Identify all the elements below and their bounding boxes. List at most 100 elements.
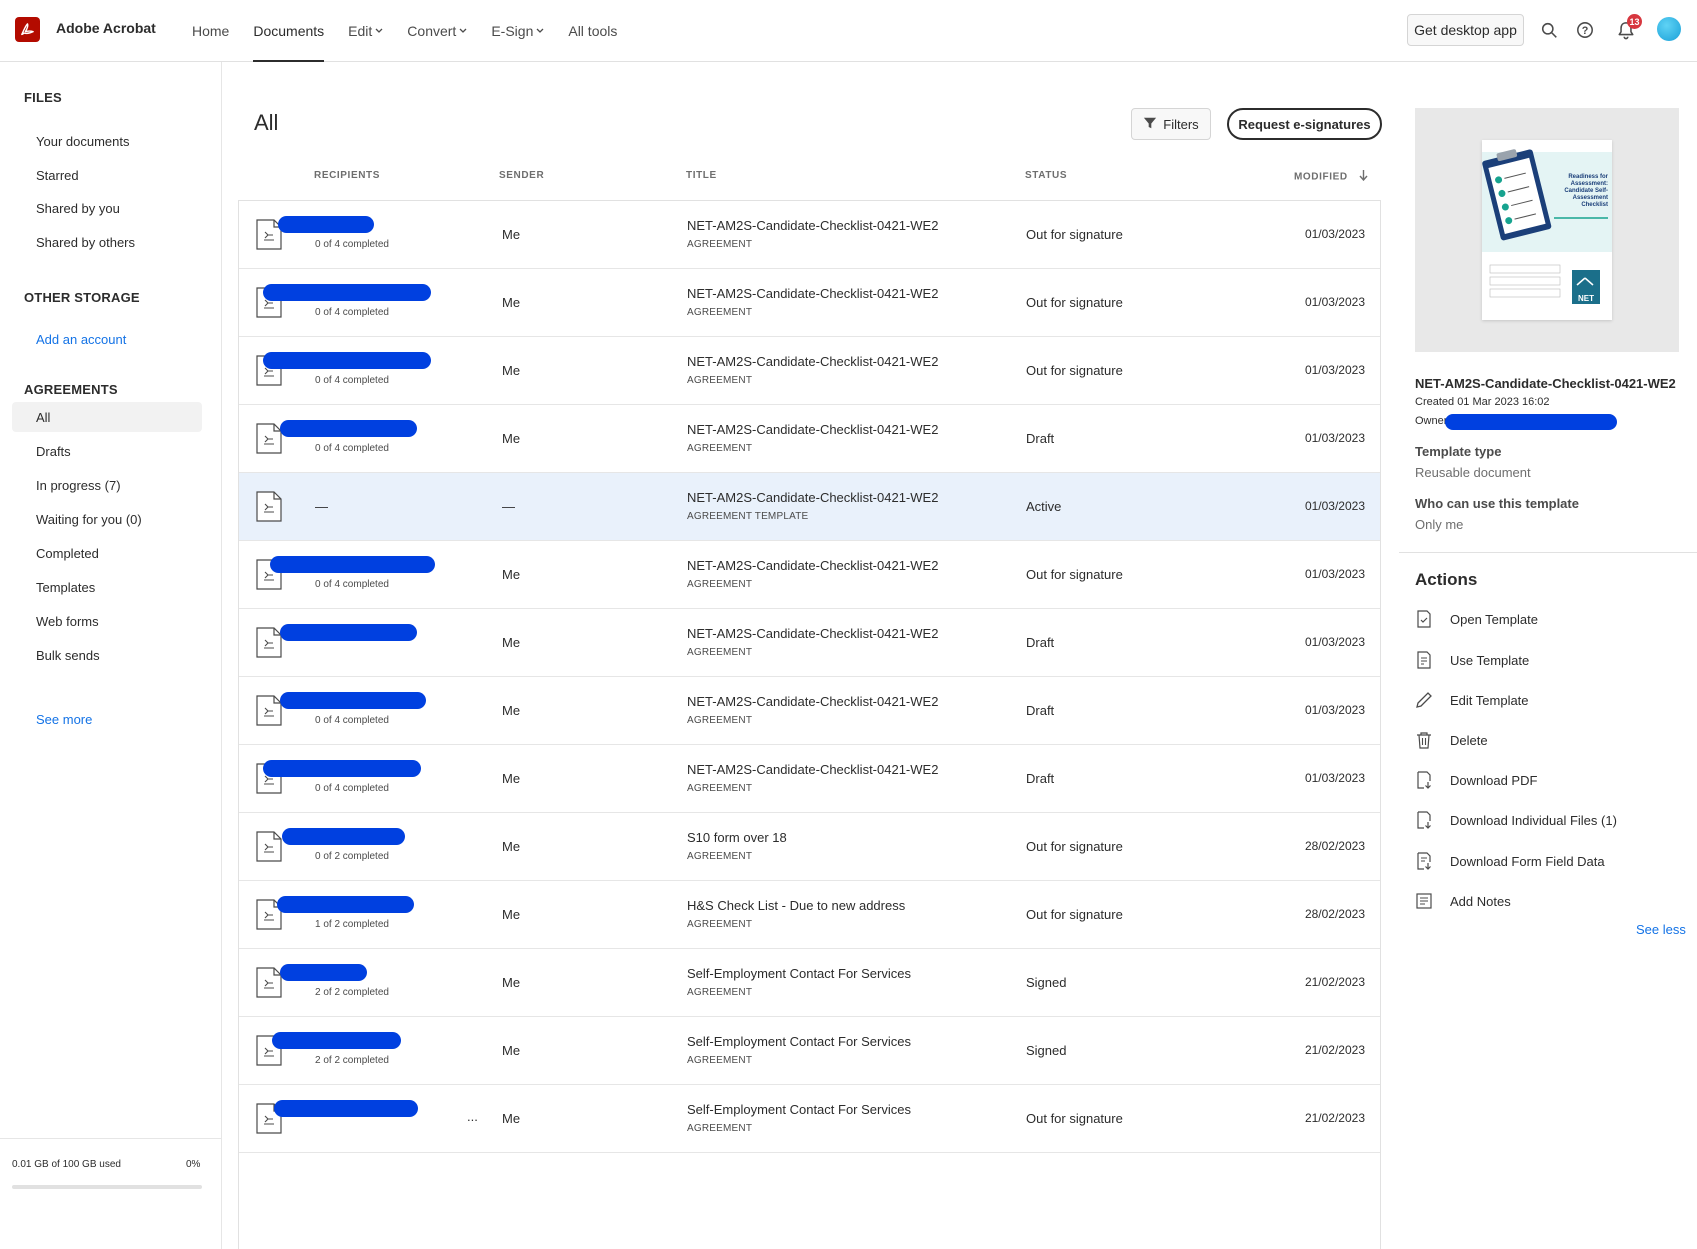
main-nav: Home Documents Edit Convert E-Sign All tools <box>192 0 641 62</box>
request-esignatures-button[interactable]: Request e-signatures <box>1227 108 1382 140</box>
completion-progress-text: 0 of 4 completed <box>315 783 389 794</box>
nav-convert[interactable]: Convert <box>407 0 467 62</box>
action-delete[interactable]: Delete <box>1414 728 1488 752</box>
action-add-notes[interactable]: Add Notes <box>1414 889 1511 913</box>
checklist-clipboard-illustration <box>1482 149 1612 304</box>
action-download-individual-files-1[interactable]: Download Individual Files (1) <box>1414 808 1617 832</box>
action-download-pdf[interactable]: Download PDF <box>1414 768 1537 792</box>
table-row[interactable]: 0 of 4 completed Me NET-AM2S-Candidate-Che… <box>239 745 1380 813</box>
agreement-title[interactable]: H&S Check List - Due to new address <box>687 898 905 913</box>
action-use-template[interactable]: Use Template <box>1414 648 1529 672</box>
completion-progress-text: 0 of 4 completed <box>315 239 389 250</box>
recipient-redaction <box>274 1100 418 1117</box>
table-row[interactable]: 0 of 2 completed Me S10 form over 18 AGREEM… <box>239 813 1380 881</box>
action-download-form-field-data[interactable]: Download Form Field Data <box>1414 849 1605 873</box>
agreement-title[interactable]: Self-Employment Contact For Services <box>687 1034 911 1049</box>
use-template-icon <box>1414 650 1434 670</box>
sidebar-item-drafts[interactable]: Drafts <box>12 436 202 466</box>
sidebar-item-all[interactable]: All <box>12 402 202 432</box>
table-row[interactable]: 1 of 2 completed Me H&S Check List - Due t… <box>239 881 1380 949</box>
nav-documents[interactable]: Documents <box>253 0 324 62</box>
sidebar-item-bulk-sends[interactable]: Bulk sends <box>12 640 202 670</box>
column-header-sender[interactable]: SENDER <box>499 170 544 181</box>
nav-all-tools[interactable]: All tools <box>568 0 617 62</box>
panel-created-date: Created 01 Mar 2023 16:02 <box>1415 396 1550 408</box>
table-row[interactable]: 0 of 4 completed Me NET-AM2S-Candidate-Che… <box>239 269 1380 337</box>
nav-edit[interactable]: Edit <box>348 0 383 62</box>
acrobat-logo-icon[interactable] <box>15 17 40 42</box>
action-edit-template[interactable]: Edit Template <box>1414 688 1529 712</box>
sender-value: Me <box>502 363 521 378</box>
sidebar-item-starred[interactable]: Starred <box>12 160 202 190</box>
table-row[interactable]: 2 of 2 completed Me Self-Employment Contac… <box>239 949 1380 1017</box>
sidebar-item-shared-by-you[interactable]: Shared by you <box>12 193 202 223</box>
column-header-title[interactable]: TITLE <box>686 170 717 181</box>
sidebar-item-web-forms[interactable]: Web forms <box>12 606 202 636</box>
agreement-title[interactable]: NET-AM2S-Candidate-Checklist-0421-WE2 <box>687 762 938 777</box>
table-row[interactable]: 0 of 4 completed Me NET-AM2S-Candidate-Che… <box>239 541 1380 609</box>
search-icon[interactable] <box>1539 20 1559 40</box>
sidebar-item-templates[interactable]: Templates <box>12 572 202 602</box>
sidebar-item-shared-by-others[interactable]: Shared by others <box>12 227 202 257</box>
sender-value: Me <box>502 839 521 854</box>
see-more-link[interactable]: See more <box>12 704 202 734</box>
table-row[interactable]: Me NET-AM2S-Candidate-Checklist-0421-WE2 A… <box>239 609 1380 677</box>
notes-icon <box>1414 891 1434 911</box>
agreement-type: AGREEMENT <box>687 647 753 658</box>
agreement-title[interactable]: NET-AM2S-Candidate-Checklist-0421-WE2 <box>687 286 938 301</box>
nav-home[interactable]: Home <box>192 0 229 62</box>
agreement-title[interactable]: S10 form over 18 <box>687 830 787 845</box>
agreement-title[interactable]: NET-AM2S-Candidate-Checklist-0421-WE2 <box>687 694 938 709</box>
user-avatar[interactable] <box>1657 17 1681 41</box>
agreement-title[interactable]: Self-Employment Contact For Services <box>687 1102 911 1117</box>
other-storage-heading: OTHER STORAGE <box>24 290 140 305</box>
see-less-link[interactable]: See less <box>1636 922 1686 937</box>
table-row[interactable]: — — NET-AM2S-Candidate-Checklist-0421-WE2 A… <box>239 473 1380 541</box>
notification-count-badge: 13 <box>1627 14 1642 29</box>
sidebar-item-waiting-for-you[interactable]: Waiting for you (0) <box>12 504 202 534</box>
chevron-down-icon <box>459 26 467 36</box>
agreement-type: AGREEMENT <box>687 239 753 250</box>
panel-divider <box>1399 552 1697 553</box>
agreement-title[interactable]: NET-AM2S-Candidate-Checklist-0421-WE2 <box>687 218 938 233</box>
table-row[interactable]: 0 of 4 completed Me NET-AM2S-Candidate-Che… <box>239 337 1380 405</box>
filters-button[interactable]: Filters <box>1131 108 1211 140</box>
add-account-link[interactable]: Add an account <box>12 324 202 354</box>
agreement-title[interactable]: NET-AM2S-Candidate-Checklist-0421-WE2 <box>687 558 938 573</box>
recipient-redaction <box>280 964 367 981</box>
agreement-type: AGREEMENT <box>687 1055 753 1066</box>
table-row[interactable]: 2 of 2 completed Me Self-Employment Contac… <box>239 1017 1380 1085</box>
sidebar-item-in-progress[interactable]: In progress (7) <box>12 470 202 500</box>
sidebar-item-completed[interactable]: Completed <box>12 538 202 568</box>
trash-icon <box>1414 730 1434 750</box>
filter-funnel-icon <box>1143 116 1157 133</box>
agreement-title[interactable]: NET-AM2S-Candidate-Checklist-0421-WE2 <box>687 490 938 505</box>
agreement-type: AGREEMENT <box>687 919 753 930</box>
table-row[interactable]: ... Me Self-Employment Contact For Service… <box>239 1085 1380 1153</box>
recipient-redaction <box>282 828 405 845</box>
agreement-title[interactable]: NET-AM2S-Candidate-Checklist-0421-WE2 <box>687 354 938 369</box>
sidebar-item-your-documents[interactable]: Your documents <box>12 126 202 156</box>
sender-value: Me <box>502 975 521 990</box>
app-name[interactable]: Adobe Acrobat <box>56 20 156 36</box>
column-header-modified[interactable]: MODIFIED <box>1294 170 1368 184</box>
nav-e-sign[interactable]: E-Sign <box>491 0 544 62</box>
document-thumbnail[interactable]: Readiness for Assessment: Candidate Self… <box>1415 108 1679 352</box>
agreement-type: AGREEMENT <box>687 851 753 862</box>
action-label: Download Form Field Data <box>1450 853 1605 869</box>
help-icon[interactable]: ? <box>1575 20 1595 40</box>
agreement-title[interactable]: Self-Employment Contact For Services <box>687 966 911 981</box>
table-row[interactable]: 0 of 4 completed Me NET-AM2S-Candidate-Che… <box>239 201 1380 269</box>
agreement-title[interactable]: NET-AM2S-Candidate-Checklist-0421-WE2 <box>687 626 938 641</box>
action-open-template[interactable]: Open Template <box>1414 607 1538 631</box>
table-row[interactable]: 0 of 4 completed Me NET-AM2S-Candidate-Che… <box>239 405 1380 473</box>
get-desktop-app-button[interactable]: Get desktop app <box>1407 14 1524 46</box>
agreement-title[interactable]: NET-AM2S-Candidate-Checklist-0421-WE2 <box>687 422 938 437</box>
chevron-down-icon <box>536 26 544 36</box>
table-row[interactable]: 0 of 4 completed Me NET-AM2S-Candidate-Che… <box>239 677 1380 745</box>
column-header-status[interactable]: STATUS <box>1025 170 1067 181</box>
panel-document-title: NET-AM2S-Candidate-Checklist-0421-WE2 <box>1415 376 1676 391</box>
status-value: Active <box>1026 499 1062 514</box>
column-header-recipients[interactable]: RECIPIENTS <box>314 170 380 181</box>
who-can-use-value: Only me <box>1415 517 1464 532</box>
